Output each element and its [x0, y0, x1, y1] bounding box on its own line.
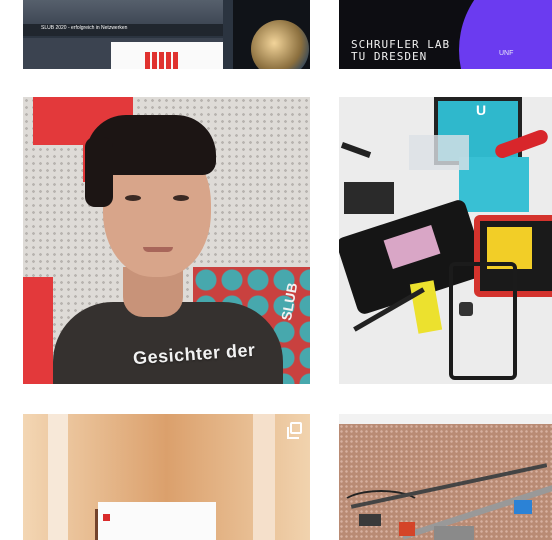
camera-module: [459, 302, 473, 316]
white-card: [98, 502, 216, 540]
phone-midframe: [449, 262, 517, 380]
pillar: [48, 414, 68, 540]
person-eye: [173, 195, 189, 201]
partner-logo-text: UNF: [499, 50, 514, 57]
pillar: [253, 414, 275, 540]
post-caption: SLUB 2020 - erfolgreich in Netzwerken: [41, 25, 128, 31]
photo-sky: [23, 0, 223, 24]
module-red: [399, 522, 415, 536]
plastic-bag: [409, 135, 469, 170]
multiple-images-icon: [287, 422, 302, 439]
post-tile-5[interactable]: [23, 414, 310, 540]
slub-logo-mark: [145, 52, 179, 69]
module-dark: [359, 514, 381, 526]
red-block: [23, 277, 53, 384]
screwdriver: [340, 142, 372, 158]
module-gray: [434, 526, 474, 540]
person-mouth: [143, 247, 173, 252]
person-eye: [125, 195, 141, 201]
tray-label: U: [476, 102, 487, 118]
post-tile-4[interactable]: U: [339, 97, 552, 384]
post-tile-3[interactable]: Gesichter der SLUB: [23, 97, 310, 384]
top-strip: [339, 414, 552, 424]
purple-circle: [459, 0, 552, 69]
chip-part: [344, 182, 394, 214]
module-blue: [514, 500, 532, 514]
lab-title-line-2: TU DRESDEN: [351, 50, 428, 63]
globe-image: [251, 20, 309, 69]
cyan-tray: [459, 157, 529, 212]
slub-logo-mark: [103, 514, 110, 521]
post-tile-6[interactable]: [339, 414, 552, 540]
person-hair: [85, 137, 113, 207]
post-tile-1[interactable]: SLUB 2020 - erfolgreich in Netzwerken: [23, 0, 310, 69]
post-tile-2[interactable]: SCHRUFLER LAB TU DRESDEN UNF: [339, 0, 552, 69]
